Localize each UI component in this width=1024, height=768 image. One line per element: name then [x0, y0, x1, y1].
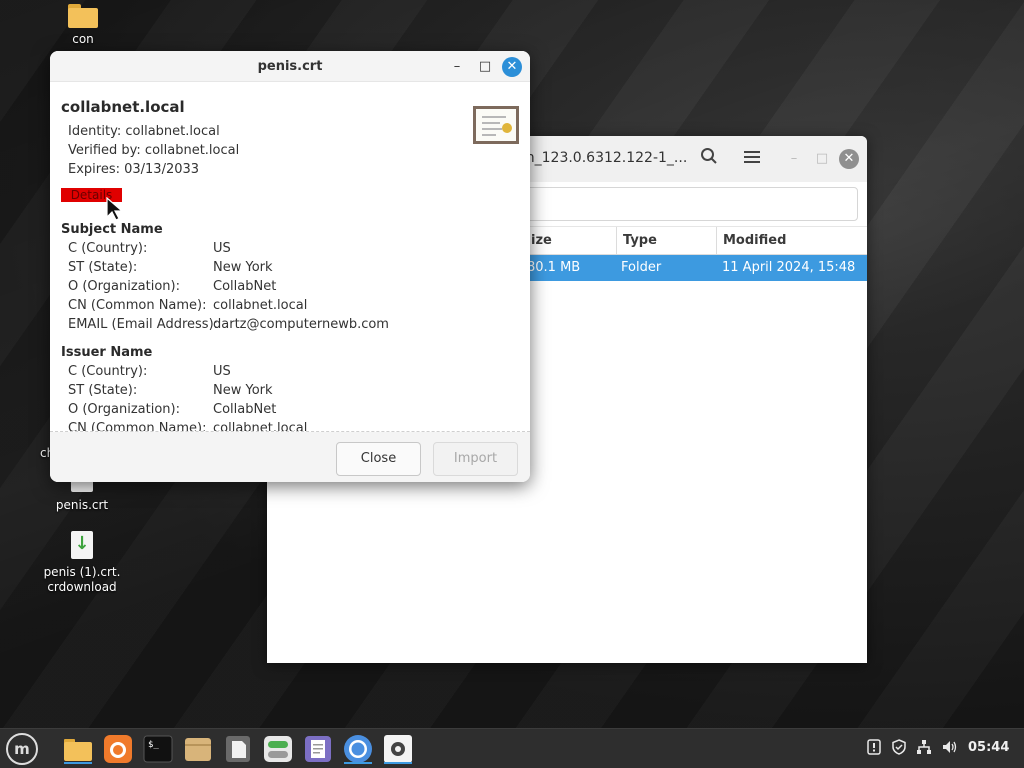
- shield-icon[interactable]: [890, 739, 908, 757]
- column-type[interactable]: Type: [616, 227, 717, 255]
- certificate-details-area[interactable]: Subject Name C (Country): US ST (State):…: [50, 217, 530, 432]
- column-size[interactable]: ize: [525, 227, 617, 255]
- maximize-icon[interactable]: □: [812, 149, 832, 169]
- subject-field-key: EMAIL (Email Address):: [68, 317, 219, 332]
- maximize-icon[interactable]: □: [475, 57, 495, 77]
- verified-by-text: Verified by: collabnet.local: [68, 143, 240, 158]
- minimize-icon[interactable]: –: [784, 149, 804, 169]
- dialog-titlebar[interactable]: penis.crt – □ ✕: [50, 51, 530, 82]
- terminal-icon[interactable]: $_: [142, 733, 174, 765]
- issuer-name-heading: Issuer Name: [61, 345, 153, 360]
- chromium-icon[interactable]: [342, 733, 374, 765]
- expires-text: Expires: 03/13/2033: [68, 162, 200, 177]
- issuer-field-value: collabnet.local: [213, 421, 308, 432]
- issuer-field-key: C (Country):: [68, 364, 148, 379]
- close-button[interactable]: Close: [336, 442, 421, 476]
- close-icon[interactable]: ✕: [502, 57, 522, 77]
- issuer-field-value: New York: [213, 383, 273, 398]
- clock[interactable]: 05:44: [968, 740, 1009, 755]
- certificate-icon: [473, 106, 519, 144]
- download-file-icon: [71, 531, 93, 559]
- import-button[interactable]: Import: [433, 442, 518, 476]
- subject-field-value: collabnet.local: [213, 298, 308, 313]
- desktop-icon-label: con: [72, 32, 94, 46]
- minimize-icon[interactable]: –: [447, 57, 467, 77]
- row-type: Folder: [621, 260, 662, 275]
- hamburger-menu-icon[interactable]: [740, 147, 764, 171]
- linux-mint-menu-icon[interactable]: m: [6, 733, 38, 765]
- issuer-field-key: ST (State):: [68, 383, 138, 398]
- row-modified: 11 April 2024, 15:48: [722, 260, 856, 275]
- subject-field-key: CN (Common Name):: [68, 298, 207, 313]
- row-size: 80.1 MB: [527, 260, 581, 275]
- folder-icon: [68, 4, 98, 28]
- desktop-icon-label: penis.crt: [55, 498, 109, 512]
- column-modified[interactable]: Modified: [716, 227, 867, 255]
- subject-field-value: CollabNet: [213, 279, 277, 294]
- certificate-name: collabnet.local: [61, 98, 185, 116]
- close-icon[interactable]: ✕: [839, 149, 859, 169]
- network-icon[interactable]: [915, 739, 933, 757]
- issuer-field-value: CollabNet: [213, 402, 277, 417]
- subject-field-key: C (Country):: [68, 241, 148, 256]
- certificate-dialog[interactable]: penis.crt – □ ✕ collabnet.local Identity…: [50, 51, 530, 482]
- issuer-field-value: US: [213, 364, 231, 379]
- archive-icon[interactable]: [182, 733, 214, 765]
- search-icon[interactable]: [697, 147, 721, 171]
- settings-toggle-icon[interactable]: [262, 733, 294, 765]
- active-indicator: [64, 762, 92, 764]
- subject-field-value: dartz@computernewb.com: [213, 317, 389, 332]
- firefox-icon[interactable]: [102, 733, 134, 765]
- active-indicator: [384, 762, 412, 764]
- issuer-field-key: O (Organization):: [68, 402, 180, 417]
- document-viewer-icon[interactable]: [302, 733, 334, 765]
- issuer-field-key: CN (Common Name):: [68, 421, 207, 432]
- subject-name-heading: Subject Name: [61, 222, 163, 237]
- svg-text:$_: $_: [148, 740, 159, 750]
- file-manager-title: m_123.0.6312.122-1_...: [521, 150, 688, 166]
- dialog-footer: Close Import: [50, 432, 530, 482]
- volume-icon[interactable]: [941, 739, 959, 757]
- subject-field-key: O (Organization):: [68, 279, 180, 294]
- subject-field-key: ST (State):: [68, 260, 138, 275]
- text-file-icon[interactable]: [222, 733, 254, 765]
- system-settings-icon[interactable]: [382, 733, 414, 765]
- update-icon[interactable]: [865, 739, 883, 757]
- identity-text: Identity: collabnet.local: [68, 124, 220, 139]
- subject-field-value: New York: [213, 260, 273, 275]
- subject-field-value: US: [213, 241, 231, 256]
- taskbar: m $_ 05:44: [0, 728, 1024, 768]
- files-icon[interactable]: [62, 733, 94, 765]
- desktop-file-crdownload[interactable]: penis (1).crt. crdownload: [37, 531, 127, 595]
- desktop-icon-label: penis (1).crt. crdownload: [43, 565, 121, 594]
- active-indicator: [344, 762, 372, 764]
- desktop-folder-con[interactable]: con: [38, 4, 128, 47]
